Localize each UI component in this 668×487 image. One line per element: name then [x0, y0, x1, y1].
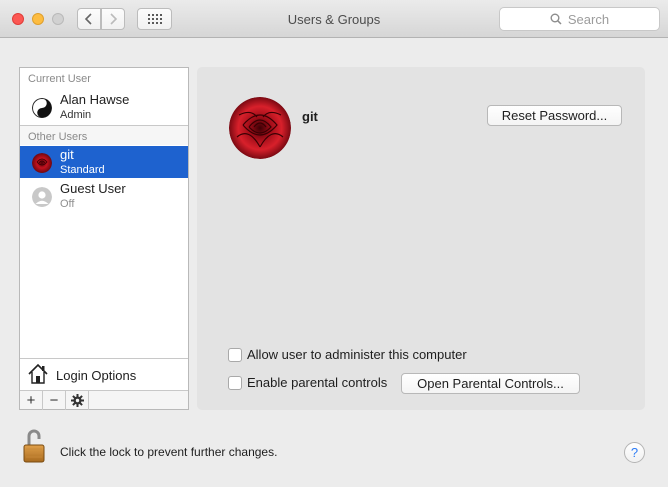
current-user-header: Current User: [28, 73, 91, 85]
search-icon: [550, 13, 562, 25]
add-user-button[interactable]: +: [20, 391, 43, 410]
red-rose-avatar: [32, 153, 52, 173]
user-role: Admin: [60, 109, 92, 121]
parental-checkbox-label: Enable parental controls: [247, 375, 388, 390]
sidebar-toolbar: + −: [20, 390, 188, 410]
user-detail-panel: git Reset Password... Allow user to admi…: [197, 67, 645, 410]
user-row-guest[interactable]: Guest User Off: [20, 180, 188, 212]
open-parental-controls-button[interactable]: Open Parental Controls...: [401, 373, 580, 394]
remove-user-button[interactable]: −: [43, 391, 66, 410]
parental-controls-checkbox[interactable]: [228, 375, 242, 390]
admin-checkbox-row[interactable]: Allow user to administer this computer: [228, 347, 467, 362]
house-icon: [28, 363, 48, 384]
yin-yang-icon: [32, 98, 52, 118]
action-menu-button[interactable]: [66, 391, 89, 410]
reset-password-button[interactable]: Reset Password...: [487, 105, 622, 126]
login-options-label: Login Options: [56, 368, 137, 383]
search-placeholder: Search: [567, 11, 610, 27]
panel-user-name: git: [302, 109, 318, 124]
user-role: Standard: [60, 164, 105, 176]
admin-checkbox[interactable]: [228, 347, 242, 362]
unlocked-padlock-icon: [23, 429, 45, 463]
lock-status-text: Click the lock to prevent further change…: [60, 445, 278, 459]
other-users-header: Other Users: [20, 125, 188, 145]
user-row-git[interactable]: git Standard: [20, 146, 188, 178]
login-options-item[interactable]: Login Options: [20, 358, 188, 390]
lock-button[interactable]: [23, 429, 47, 466]
title-bar: Users & Groups Search: [0, 0, 668, 38]
parental-checkbox-row[interactable]: Enable parental controls: [228, 375, 387, 390]
users-sidebar: Current User Alan Hawse Admin Other User…: [19, 67, 189, 410]
user-name: git: [60, 147, 74, 162]
user-name: Guest User: [60, 181, 126, 196]
red-rose-avatar: [229, 97, 291, 159]
gear-icon: [70, 394, 84, 407]
admin-checkbox-label: Allow user to administer this computer: [247, 347, 467, 362]
user-role: Off: [60, 198, 75, 210]
help-button[interactable]: ?: [624, 442, 645, 463]
user-name: Alan Hawse: [60, 92, 130, 107]
search-input[interactable]: Search: [499, 7, 660, 31]
user-picture[interactable]: [229, 97, 291, 159]
user-row-alan-hawse[interactable]: Alan Hawse Admin: [20, 91, 188, 123]
guest-silhouette-icon: [32, 187, 52, 207]
